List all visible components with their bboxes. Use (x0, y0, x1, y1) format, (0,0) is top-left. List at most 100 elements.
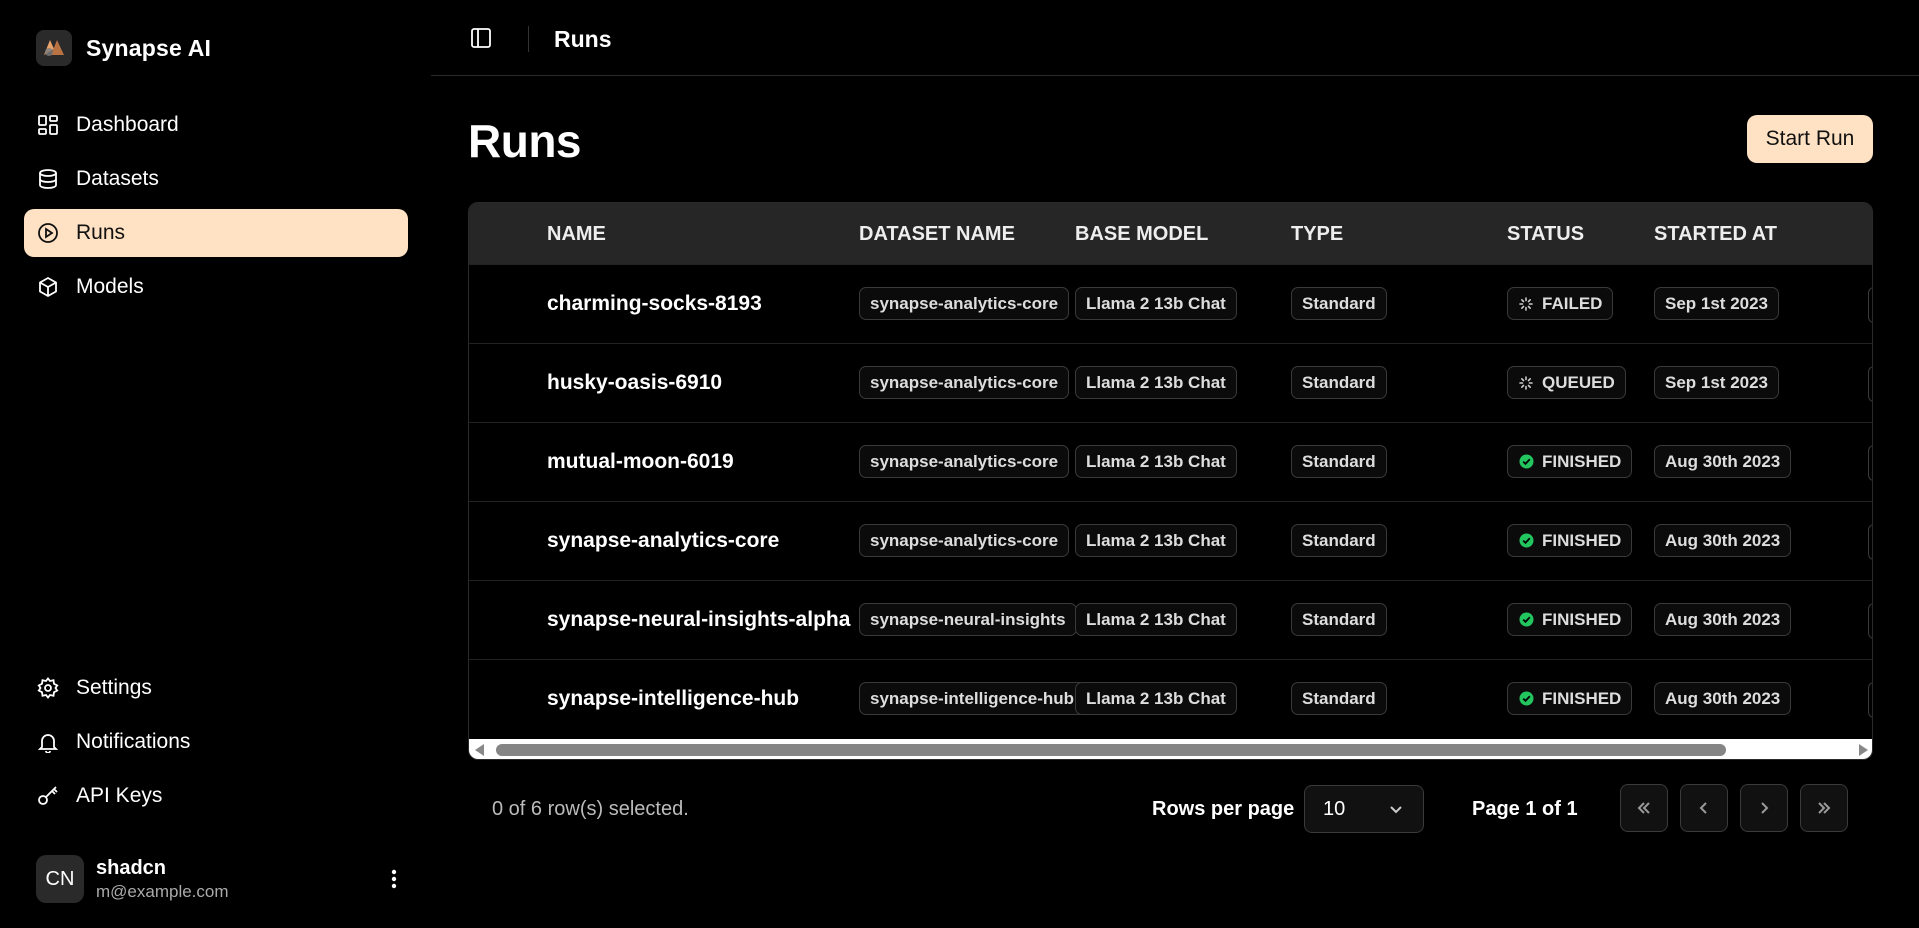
model-badge: Llama 2 13b Chat (1075, 682, 1237, 715)
check-circle-icon (1518, 454, 1534, 470)
rows-per-page-label: Rows per page (1152, 798, 1295, 820)
spinner-icon (1518, 375, 1534, 391)
type-badge: Standard (1291, 524, 1387, 557)
status-label: FINISHED (1542, 451, 1622, 471)
model-badge: Llama 2 13b Chat (1075, 603, 1237, 636)
sidebar-item-label: Settings (76, 676, 152, 699)
table-row[interactable]: husky-oasis-6910 synapse-analytics-core Ll… (469, 343, 1872, 422)
start-run-button[interactable]: Start Run (1747, 115, 1873, 163)
table-row[interactable]: synapse-intelligence-hub synapse-intellig… (469, 659, 1872, 738)
next-page-button[interactable] (1740, 784, 1788, 832)
avatar: CN (36, 855, 84, 903)
model-badge: Llama 2 13b Chat (1075, 445, 1237, 478)
table-row[interactable]: mutual-moon-6019 synapse-analytics-core Ll… (469, 422, 1872, 501)
brand[interactable]: Synapse AI (36, 30, 211, 66)
rows-per-page-value: 10 (1323, 797, 1346, 820)
row-actions-button[interactable] (1868, 603, 1872, 639)
sidebar-item-settings[interactable]: Settings (24, 664, 408, 712)
sidebar-item-notifications[interactable]: Notifications (24, 718, 408, 766)
gear-icon (36, 676, 60, 700)
dashboard-icon (36, 113, 60, 137)
horizontal-scrollbar[interactable] (469, 739, 1872, 759)
scroll-right-arrow-icon[interactable] (1859, 744, 1868, 756)
type-badge: Standard (1291, 682, 1387, 715)
sidebar-item-dashboard[interactable]: Dashboard (24, 101, 408, 149)
row-actions-button[interactable] (1868, 366, 1872, 402)
table-row[interactable]: charming-socks-8193 synapse-analytics-cor… (469, 264, 1872, 343)
row-actions-button[interactable] (1868, 287, 1872, 323)
user-email: m@example.com (96, 881, 229, 901)
sidebar-item-label: Models (76, 275, 144, 298)
dataset-badge: synapse-analytics-core (859, 445, 1070, 478)
dataset-badge: synapse-neural-insights (859, 603, 1077, 636)
sidebar-item-runs[interactable]: Runs (24, 209, 408, 257)
scroll-left-arrow-icon[interactable] (475, 744, 484, 756)
chevrons-left-icon (1637, 802, 1650, 814)
run-name[interactable]: mutual-moon-6019 (547, 450, 734, 474)
scrollbar-thumb[interactable] (496, 744, 1726, 756)
status-badge: QUEUED (1507, 366, 1626, 399)
status-badge: FINISHED (1507, 445, 1633, 478)
column-header-status[interactable]: STATUS (1507, 223, 1584, 246)
sidebar: Synapse AI Dashboard Datasets Runs Model… (0, 0, 431, 928)
sidebar-item-label: API Keys (76, 784, 163, 807)
sidebar-item-label: Notifications (76, 730, 191, 753)
app-root: Synapse AI Dashboard Datasets Runs Model… (0, 0, 1919, 928)
run-name[interactable]: husky-oasis-6910 (547, 371, 722, 395)
type-badge: Standard (1291, 603, 1387, 636)
run-name[interactable]: charming-socks-8193 (547, 292, 762, 316)
brand-name: Synapse AI (86, 34, 212, 61)
last-page-button[interactable] (1800, 784, 1848, 832)
first-page-button[interactable] (1620, 784, 1668, 832)
sidebar-toggle-icon[interactable] (469, 26, 497, 54)
started-at-badge: Sep 1st 2023 (1654, 287, 1780, 320)
column-header-started[interactable]: STARTED AT (1654, 223, 1777, 246)
sidebar-item-label: Datasets (76, 167, 159, 190)
column-header-dataset[interactable]: DATASET NAME (859, 223, 1015, 246)
status-label: FAILED (1542, 293, 1603, 313)
row-actions-button[interactable] (1868, 445, 1872, 481)
database-icon (36, 167, 60, 191)
type-badge: Standard (1291, 445, 1387, 478)
check-circle-icon (1518, 533, 1534, 549)
table-row[interactable]: synapse-neural-insights-alpha synapse-neu… (469, 580, 1872, 659)
started-at-badge: Aug 30th 2023 (1654, 445, 1792, 478)
column-header-name[interactable]: NAME (547, 223, 606, 246)
column-header-type[interactable]: TYPE (1291, 223, 1343, 246)
chevrons-right-icon (1818, 802, 1831, 814)
runs-table: NAME DATASET NAME BASE MODEL TYPE STATUS… (468, 202, 1873, 760)
row-actions-button[interactable] (1868, 524, 1872, 560)
sidebar-item-datasets[interactable]: Datasets (24, 155, 408, 203)
status-badge: FINISHED (1507, 682, 1633, 715)
row-actions-button[interactable] (1868, 682, 1872, 718)
previous-page-button[interactable] (1680, 784, 1728, 832)
chevron-left-icon (1699, 802, 1707, 814)
sidebar-nav: Dashboard Datasets Runs Models (24, 101, 408, 317)
model-badge: Llama 2 13b Chat (1075, 366, 1237, 399)
check-circle-icon (1518, 691, 1534, 707)
model-badge: Llama 2 13b Chat (1075, 524, 1237, 557)
run-name[interactable]: synapse-analytics-core (547, 529, 779, 553)
status-badge: FINISHED (1507, 524, 1633, 557)
rows-per-page-select[interactable]: 10 (1304, 785, 1424, 833)
dataset-badge: synapse-analytics-core (859, 366, 1070, 399)
dataset-badge: synapse-analytics-core (859, 524, 1070, 557)
started-at-badge: Aug 30th 2023 (1654, 603, 1792, 636)
more-vertical-icon[interactable] (382, 861, 406, 897)
column-header-model[interactable]: BASE MODEL (1075, 223, 1208, 246)
sidebar-item-api-keys[interactable]: API Keys (24, 772, 408, 820)
type-badge: Standard (1291, 366, 1387, 399)
bell-icon (36, 730, 60, 754)
run-name[interactable]: synapse-neural-insights-alpha (547, 608, 850, 632)
dataset-badge: synapse-analytics-core (859, 287, 1070, 320)
status-badge: FINISHED (1507, 603, 1633, 636)
spinner-icon (1518, 296, 1534, 312)
sidebar-bottom-nav: Settings Notifications API Keys (24, 664, 408, 826)
top-header: Runs (431, 0, 1919, 76)
user-profile[interactable]: CN shadcn m@example.com (36, 855, 406, 903)
sidebar-item-models[interactable]: Models (24, 263, 408, 311)
table-row[interactable]: synapse-analytics-core synapse-analytics-… (469, 501, 1872, 580)
run-name[interactable]: synapse-intelligence-hub (547, 687, 799, 711)
selection-count: 0 of 6 row(s) selected. (492, 798, 689, 820)
cube-icon (36, 275, 60, 299)
